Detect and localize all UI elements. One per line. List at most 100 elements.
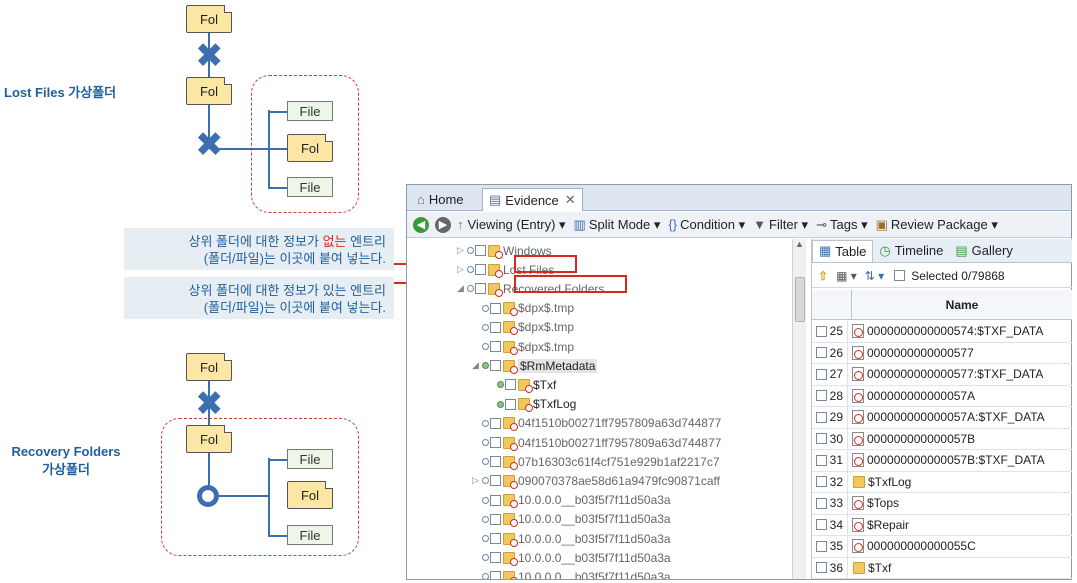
pin-icon — [482, 323, 489, 331]
table-row[interactable]: 35 000000000000055C — [812, 536, 1072, 558]
table-row[interactable]: 26 0000000000000577 — [812, 342, 1072, 364]
table-row[interactable]: 33 $Tops — [812, 493, 1072, 515]
table-row[interactable]: 36 $Txf — [812, 557, 1072, 579]
tree-scrollbar[interactable]: ▲ — [792, 239, 806, 579]
pin-icon — [482, 515, 489, 523]
row-checkbox[interactable] — [816, 325, 827, 337]
table-row[interactable]: 28 000000000000057A — [812, 385, 1072, 407]
tree-checkbox[interactable] — [490, 552, 501, 564]
tree-item[interactable]: 10.0.0.0__b03f5f7f11d50a3a — [472, 548, 671, 567]
tree-item[interactable]: 10.0.0.0__b03f5f7f11d50a3a — [472, 567, 671, 579]
tab-timeline[interactable]: ◷ Timeline — [873, 240, 949, 262]
tree-item[interactable]: $Txf — [487, 375, 556, 394]
tree-checkbox[interactable] — [490, 302, 501, 314]
tree-checkbox[interactable] — [475, 264, 486, 276]
home-icon: ⌂ — [417, 192, 425, 207]
table-row[interactable]: 32 $TxfLog — [812, 471, 1072, 493]
tree-item[interactable]: 04f1510b00271ff7957809a63d744877 — [472, 414, 721, 433]
table-row[interactable]: 25 0000000000000574:$TXF_DATA — [812, 321, 1072, 343]
file-node: File — [287, 449, 333, 469]
row-checkbox[interactable] — [816, 497, 827, 509]
tree-item-label: 04f1510b00271ff7957809a63d744877 — [518, 416, 722, 431]
tag-icon: ⊸ — [816, 216, 827, 232]
tree-checkbox[interactable] — [490, 513, 501, 525]
tree-checkbox[interactable] — [490, 571, 501, 579]
expand-icon[interactable]: ◢ — [457, 283, 465, 294]
viewing-dropdown[interactable]: Viewing (Entry) ▾ — [468, 217, 566, 233]
tree-checkbox[interactable] — [490, 494, 501, 506]
table-row[interactable]: 31 000000000000057B:$TXF_DATA — [812, 450, 1072, 472]
folder-icon — [503, 474, 518, 489]
table-row[interactable]: 34 $Repair — [812, 514, 1072, 536]
tree-item[interactable]: ▷ 090070378ae58d61a9479fc90871caff — [472, 471, 720, 490]
tree-item[interactable]: $TxfLog — [487, 395, 576, 414]
table-row[interactable]: 27 0000000000000577:$TXF_DATA — [812, 364, 1072, 386]
tab-evidence[interactable]: ▤ Evidence ✕ — [482, 188, 583, 211]
tree-checkbox[interactable] — [475, 283, 486, 295]
tree-item[interactable]: 07b16303c61f4cf751e929b1af2217c7 — [472, 452, 720, 471]
row-number: 30 — [829, 431, 843, 446]
sort-icon[interactable]: ⇅ ▾ — [865, 269, 884, 283]
tree-checkbox[interactable] — [490, 456, 501, 468]
columns-icon[interactable]: ▦ ▾ — [836, 269, 857, 283]
condition-dropdown[interactable]: {} Condition ▾ — [668, 217, 745, 233]
row-number: 33 — [829, 496, 843, 511]
split-mode-dropdown[interactable]: ▥ Split Mode ▾ — [574, 217, 661, 233]
row-checkbox[interactable] — [816, 562, 827, 574]
tree-checkbox[interactable] — [490, 437, 501, 448]
tree-item[interactable]: $dpx$.tmp — [472, 299, 574, 318]
row-checkbox[interactable] — [816, 411, 827, 423]
row-checkbox[interactable] — [816, 540, 827, 552]
tree-checkbox[interactable] — [490, 475, 501, 487]
tree-checkbox[interactable] — [490, 341, 501, 352]
table-header: Name — [812, 290, 1072, 320]
forward-icon[interactable]: ▶ — [435, 216, 451, 233]
expand-icon[interactable]: ▷ — [472, 475, 480, 486]
row-checkbox[interactable] — [816, 433, 827, 445]
table-row[interactable]: 30 000000000000057B — [812, 428, 1072, 450]
tree-item[interactable]: $dpx$.tmp — [472, 318, 574, 337]
expand-icon[interactable]: ◢ — [472, 360, 480, 371]
connector — [268, 459, 288, 461]
row-checkbox[interactable] — [816, 368, 827, 380]
tree-checkbox[interactable] — [505, 398, 516, 410]
tree-item[interactable]: ◢ $RmMetadata — [472, 356, 598, 375]
tree-item[interactable]: 10.0.0.0__b03f5f7f11d50a3a — [472, 529, 671, 548]
tree-item[interactable]: $dpx$.tmp — [472, 337, 574, 356]
connector — [268, 111, 288, 113]
filter-dropdown[interactable]: ▼ Filter ▾ — [753, 217, 808, 233]
tree-item[interactable]: 04f1510b00271ff7957809a63d744877 — [472, 433, 721, 452]
tree-checkbox[interactable] — [475, 245, 486, 256]
row-checkbox[interactable] — [816, 454, 827, 466]
scroll-up-icon[interactable]: ▲ — [793, 239, 806, 249]
tree-checkbox[interactable] — [490, 360, 501, 372]
row-checkbox[interactable] — [816, 347, 827, 359]
review-package-dropdown[interactable]: ▣ Review Package ▾ — [876, 217, 998, 233]
select-all-checkbox[interactable] — [894, 270, 906, 281]
tab-table[interactable]: ▦ Table — [812, 239, 874, 262]
table-row[interactable]: 29 000000000000057A:$TXF_DATA — [812, 407, 1072, 429]
row-checkbox[interactable] — [816, 476, 827, 488]
tree-item[interactable]: 10.0.0.0__b03f5f7f11d50a3a — [472, 491, 671, 510]
tab-home[interactable]: ⌂ Home — [411, 188, 470, 211]
tags-dropdown[interactable]: ⊸ Tags ▾ — [816, 217, 868, 233]
scroll-thumb[interactable] — [795, 277, 805, 322]
folder-node: Fol — [287, 481, 333, 509]
expand-icon[interactable]: ▷ — [457, 264, 465, 275]
close-icon[interactable]: ✕ — [565, 192, 576, 208]
tree-checkbox[interactable] — [490, 533, 501, 544]
back-icon[interactable]: ◀ — [413, 216, 429, 233]
export-icon[interactable]: ⇧ — [818, 269, 828, 283]
row-checkbox[interactable] — [816, 519, 827, 531]
row-checkbox[interactable] — [816, 390, 827, 402]
tree-item[interactable]: 10.0.0.0__b03f5f7f11d50a3a — [472, 510, 671, 529]
tree-checkbox[interactable] — [490, 321, 501, 333]
tab-gallery[interactable]: ▤ Gallery — [949, 240, 1018, 262]
expand-icon[interactable]: ▷ — [457, 245, 465, 256]
column-name[interactable]: Name — [852, 298, 1072, 312]
table-toolbar: ⇧ ▦ ▾ ⇅ ▾ Selected 0/79868 — [812, 264, 1072, 288]
up-icon[interactable]: ↑ — [457, 217, 464, 232]
file-node: File — [287, 101, 333, 121]
tree-checkbox[interactable] — [505, 379, 516, 391]
tree-checkbox[interactable] — [490, 417, 501, 429]
